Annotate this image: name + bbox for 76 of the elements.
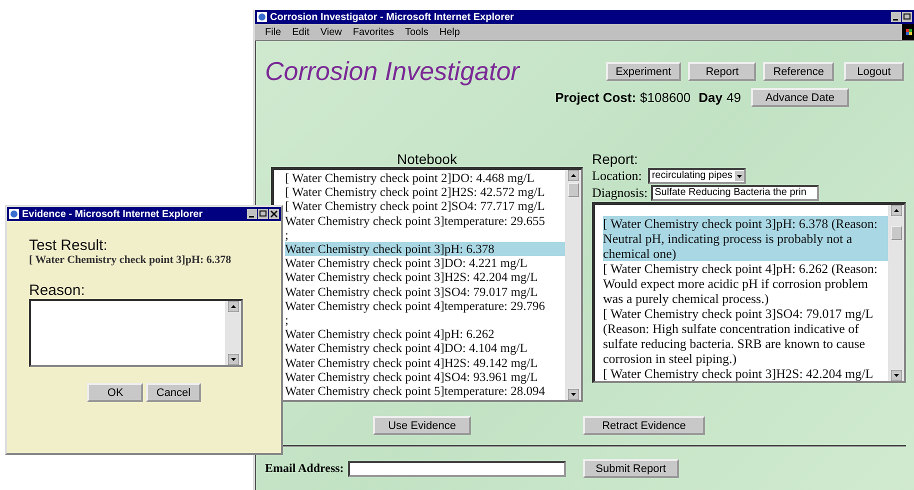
- menu-item[interactable]: View: [320, 26, 342, 38]
- scroll-up-arrow-icon[interactable]: [568, 170, 578, 181]
- notebook-entry[interactable]: Water Chemistry check point 4]pH: 6.262: [285, 327, 565, 342]
- email-field[interactable]: [348, 460, 566, 476]
- location-select[interactable]: recirculating pipes: [648, 168, 746, 184]
- scroll-up-arrow-icon[interactable]: [890, 205, 902, 216]
- window-title: Corrosion Investigator - Microsoft Internet Explorer: [270, 12, 515, 22]
- nav-button[interactable]: Report: [688, 62, 756, 81]
- scroll-thumb[interactable]: [568, 183, 578, 197]
- reason-field[interactable]: [29, 299, 243, 367]
- scroll-thumb[interactable]: [890, 226, 902, 240]
- report-entry[interactable]: [ Water Chemistry check point 3]pH: 6.378 (Reason: Neutral pH, indicating process is probably not a chemical one): [603, 216, 888, 261]
- browser-icon: [257, 12, 267, 22]
- notebook-entry[interactable]: Water Chemistry check point 3]pH: 6.378: [285, 242, 565, 256]
- submit-report-button[interactable]: Submit Report: [582, 459, 679, 478]
- maximize-icon[interactable]: [902, 12, 912, 22]
- diagnosis-field[interactable]: Sulfate Reducing Bacteria the prin: [650, 184, 819, 200]
- email-label: Email Address:: [265, 461, 344, 476]
- notebook-entry[interactable]: ;: [285, 228, 565, 242]
- advance-date-button[interactable]: Advance Date: [751, 88, 849, 107]
- scroll-down-arrow-icon[interactable]: [228, 354, 238, 365]
- close-icon[interactable]: [269, 209, 279, 219]
- notebook-entry[interactable]: ;: [285, 313, 565, 328]
- notebook-entry[interactable]: [ Water Chemistry check point 2]SO4: 77.717 mg/L: [285, 199, 565, 214]
- report-title: Report:: [592, 151, 639, 167]
- notebook-entry[interactable]: Water Chemistry check point 3]temperature: 29.655: [285, 214, 565, 228]
- location-label: Location:: [592, 168, 642, 184]
- report-entry[interactable]: [ Water Chemistry check point 4]pH: 6.262 (Reason: Would expect more acidic pH if corrosion problem was a purely chemical process.): [603, 261, 888, 306]
- notebook-entry[interactable]: Water Chemistry check point 4]SO4: 93.961 mg/L: [285, 370, 565, 384]
- report-entry[interactable]: [ Water Chemistry check point 3]H2S: 42.204 mg/L: [603, 366, 888, 381]
- notebook-list[interactable]: [271, 167, 583, 402]
- scroll-bar[interactable]: [565, 170, 581, 400]
- notebook-entry[interactable]: Water Chemistry check point 3]SO4: 79.017 mg/L: [285, 284, 565, 299]
- scroll-bar[interactable]: [225, 301, 241, 365]
- notebook-title: Notebook: [396, 151, 458, 167]
- use-evidence-button[interactable]: Use Evidence: [373, 416, 471, 435]
- dialog-title: Evidence - Microsoft Internet Explorer: [22, 208, 204, 220]
- menu-item[interactable]: Favorites: [352, 26, 394, 38]
- cost-value: $108600: [640, 90, 691, 105]
- browser-icon: [9, 209, 19, 219]
- menu-item[interactable]: File: [265, 26, 282, 38]
- notebook-entry[interactable]: [ Water Chemistry check point 2]H2S: 42.572 mg/L: [285, 185, 565, 200]
- ok-button[interactable]: OK: [87, 383, 144, 402]
- retract-evidence-button[interactable]: Retract Evidence: [583, 416, 705, 435]
- report-entry[interactable]: [ Water Chemistry check point 3]SO4: 79.017 mg/L (Reason: High sulfate concentration indicative of sulfate reducing bacteria. SRB are known to cause corrosion in steel piping.): [603, 306, 888, 366]
- notebook-entry[interactable]: Water Chemistry check point 3]H2S: 42.204 mg/L: [285, 270, 565, 285]
- notebook-entry[interactable]: Water Chemistry check point 5]temperature: 28.094: [285, 384, 565, 398]
- diagnosis-label: Diagnosis:: [592, 184, 648, 200]
- minimize-icon[interactable]: [247, 209, 257, 219]
- nav-button[interactable]: Experiment: [606, 62, 682, 81]
- notebook-entry[interactable]: Water Chemistry check point 4]H2S: 49.142 mg/L: [285, 356, 565, 370]
- scroll-down-arrow-icon[interactable]: [890, 370, 902, 381]
- scroll-down-arrow-icon[interactable]: [568, 389, 578, 400]
- windows-logo-icon: [902, 24, 914, 40]
- cost-label: Project Cost:: [555, 90, 636, 105]
- notebook-entry[interactable]: Water Chemistry check point 4]DO: 4.104 mg/L: [285, 341, 565, 356]
- reason-label: Reason:: [29, 282, 86, 299]
- report-list[interactable]: [592, 202, 906, 383]
- day-value: 49: [726, 90, 741, 105]
- app-title: Corrosion Investigator: [265, 56, 520, 86]
- nav-button[interactable]: Reference: [763, 62, 834, 81]
- menu-item[interactable]: Edit: [292, 26, 310, 38]
- maximize-icon[interactable]: [258, 209, 268, 219]
- notebook-entry[interactable]: Water Chemistry check point 4]temperature: 29.796: [285, 298, 565, 314]
- nav-button[interactable]: Logout: [844, 62, 904, 81]
- scroll-bar[interactable]: [888, 205, 904, 381]
- test-result-value: [ Water Chemistry check point 3]pH: 6.378: [29, 254, 232, 266]
- notebook-entry[interactable]: Water Chemistry check point 3]DO: 4.221 mg/L: [285, 256, 565, 270]
- notebook-entry[interactable]: [ Water Chemistry check point 2]DO: 4.468 mg/L: [285, 171, 565, 186]
- day-label: Day: [698, 90, 723, 105]
- menu-item[interactable]: Help: [439, 26, 460, 38]
- scroll-up-arrow-icon[interactable]: [228, 301, 238, 312]
- minimize-icon[interactable]: [891, 12, 901, 22]
- menu-item[interactable]: Tools: [404, 26, 428, 38]
- test-result-label: Test Result:: [29, 237, 108, 254]
- cancel-button[interactable]: Cancel: [146, 383, 201, 402]
